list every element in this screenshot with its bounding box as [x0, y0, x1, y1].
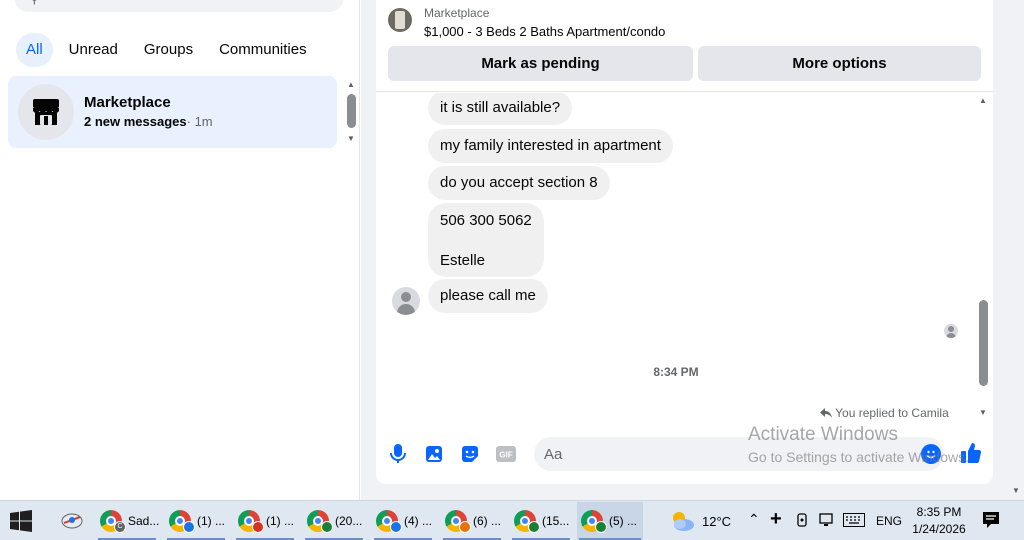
more-options-button[interactable]: More options: [698, 46, 981, 81]
filter-communities[interactable]: Communities: [209, 33, 317, 67]
scroll-up-arrow-icon[interactable]: ▲: [979, 96, 987, 105]
marketplace-avatar: [18, 84, 74, 140]
chat-header: Marketplace $1,000 - 3 Beds 2 Baths Apar…: [376, 0, 993, 92]
seen-indicator-avatar: [944, 324, 958, 338]
listing-thumbnail[interactable]: [388, 8, 412, 32]
taskbar-chrome-window[interactable]: (15...: [510, 502, 572, 540]
page-scroll-down-icon[interactable]: ▼: [1012, 486, 1020, 495]
profile-badge: [321, 521, 333, 533]
weather-temperature[interactable]: 12°C: [702, 514, 731, 529]
search-icon: ⚲: [30, 0, 39, 6]
message-input[interactable]: [534, 437, 944, 471]
conversation-title: Marketplace: [84, 94, 171, 111]
sender-avatar[interactable]: [392, 287, 420, 315]
message-composer: GIF: [376, 432, 993, 476]
message-thread: it is still available? my family interes…: [376, 93, 993, 430]
scrollbar-thumb[interactable]: [347, 94, 356, 128]
profile-badge: [595, 521, 607, 533]
taskbar-chrome-window[interactable]: (4) ...: [372, 502, 434, 540]
profile-badge: [528, 521, 540, 533]
clock-time: 8:35 PM: [916, 505, 962, 519]
profile-badge: C: [114, 521, 126, 533]
reply-note: You replied to Camila: [820, 406, 949, 420]
listing-title[interactable]: $1,000 - 3 Beds 2 Baths Apartment/condo: [424, 24, 665, 39]
filter-unread[interactable]: Unread: [59, 33, 128, 67]
windows-taskbar: C Sad... (1) ... (1) ... (20... (4) ... …: [0, 500, 1024, 540]
input-language[interactable]: ENG: [876, 514, 902, 528]
profile-badge: [390, 521, 402, 533]
message-line: 506 300 5062: [440, 212, 532, 229]
message-line: Estelle: [440, 252, 486, 269]
reply-note-text: You replied to Camila: [835, 406, 949, 420]
taskbar-window-title: (4) ...: [404, 514, 433, 528]
taskbar-window-title: (15...: [542, 514, 570, 528]
taskbar-window-title: (5) ...: [609, 514, 638, 528]
show-hidden-icons-chevron-icon[interactable]: ⌃: [748, 511, 760, 528]
meet-now-icon[interactable]: [796, 513, 810, 532]
microphone-icon[interactable]: [388, 444, 408, 464]
message-bubble[interactable]: do you accept section 8: [428, 166, 610, 200]
taskbar-chrome-window[interactable]: (6) ...: [441, 502, 503, 540]
taskbar-window-title: (6) ...: [473, 514, 502, 528]
taskbar-window-title: (1) ...: [197, 514, 226, 528]
conversation-item-marketplace[interactable]: Marketplace 2 new messages· 1m: [8, 76, 337, 148]
listing-category: Marketplace: [424, 6, 490, 20]
sticker-icon[interactable]: [460, 444, 480, 464]
message-timestamp: 8:34 PM: [653, 365, 699, 379]
weather-widget[interactable]: [668, 509, 696, 538]
partly-cloudy-icon: [673, 512, 694, 531]
conversation-time: · 1m: [186, 114, 213, 129]
message-bubble[interactable]: it is still available?: [428, 93, 573, 125]
taskbar-window-title: (20...: [335, 514, 363, 528]
notifications-icon[interactable]: [982, 511, 1000, 534]
taskbar-chrome-window[interactable]: (1) ...: [234, 502, 296, 540]
reply-arrow-icon: [820, 408, 832, 418]
system-clock[interactable]: 8:35 PM 1/24/2026: [905, 504, 973, 538]
network-icon[interactable]: [819, 513, 835, 532]
filter-tabs: All Unread Groups Communities: [16, 33, 317, 67]
scrollbar-thumb[interactable]: [979, 300, 988, 386]
filter-groups[interactable]: Groups: [134, 33, 203, 67]
taskbar-chrome-window[interactable]: C Sad...: [96, 502, 160, 540]
conversation-subtitle: 2 new messages· 1m: [84, 114, 213, 129]
conversation-list-scrollbar[interactable]: ▲ ▼: [344, 80, 358, 144]
gif-icon[interactable]: GIF: [496, 444, 516, 464]
taskbar-pinned-app[interactable]: [56, 502, 92, 540]
clock-date: 1/24/2026: [912, 522, 966, 536]
scroll-up-arrow-icon[interactable]: ▲: [347, 80, 355, 89]
taskbar-chrome-window[interactable]: (20...: [303, 502, 365, 540]
message-thread-scrollbar[interactable]: ▲ ▼: [978, 96, 990, 420]
keyboard-icon[interactable]: [843, 513, 865, 532]
filter-all[interactable]: All: [16, 33, 53, 67]
new-messages-count: 2 new messages: [84, 114, 187, 129]
emoji-icon[interactable]: [921, 444, 941, 464]
mark-as-pending-button[interactable]: Mark as pending: [388, 46, 693, 81]
message-bubble[interactable]: 506 300 5062 Estelle: [428, 203, 544, 277]
search-input[interactable]: ⚲: [14, 0, 344, 12]
profile-badge: [252, 521, 264, 533]
profile-badge: [459, 521, 471, 533]
svg-text:GIF: GIF: [499, 451, 512, 460]
taskbar-chrome-window-active[interactable]: (5) ...: [577, 502, 643, 540]
thumbs-up-icon[interactable]: [960, 442, 982, 469]
plus-icon[interactable]: +: [770, 508, 782, 531]
windows-start-icon[interactable]: [10, 510, 32, 532]
scroll-down-arrow-icon[interactable]: ▼: [979, 408, 987, 417]
conversation-list-panel: ⚲ All Unread Groups Communities Marketpl…: [0, 0, 360, 500]
profile-badge: [183, 521, 195, 533]
satellite-app-icon: [61, 513, 83, 529]
taskbar-window-title: (1) ...: [266, 514, 295, 528]
taskbar-window-title: Sad...: [128, 514, 160, 528]
storefront-icon: [33, 99, 59, 125]
message-bubble[interactable]: my family interested in apartment: [428, 129, 673, 163]
message-bubble[interactable]: please call me: [428, 279, 548, 313]
scroll-down-arrow-icon[interactable]: ▼: [347, 134, 355, 143]
taskbar-chrome-window[interactable]: (1) ...: [165, 502, 227, 540]
image-icon[interactable]: [424, 444, 444, 464]
